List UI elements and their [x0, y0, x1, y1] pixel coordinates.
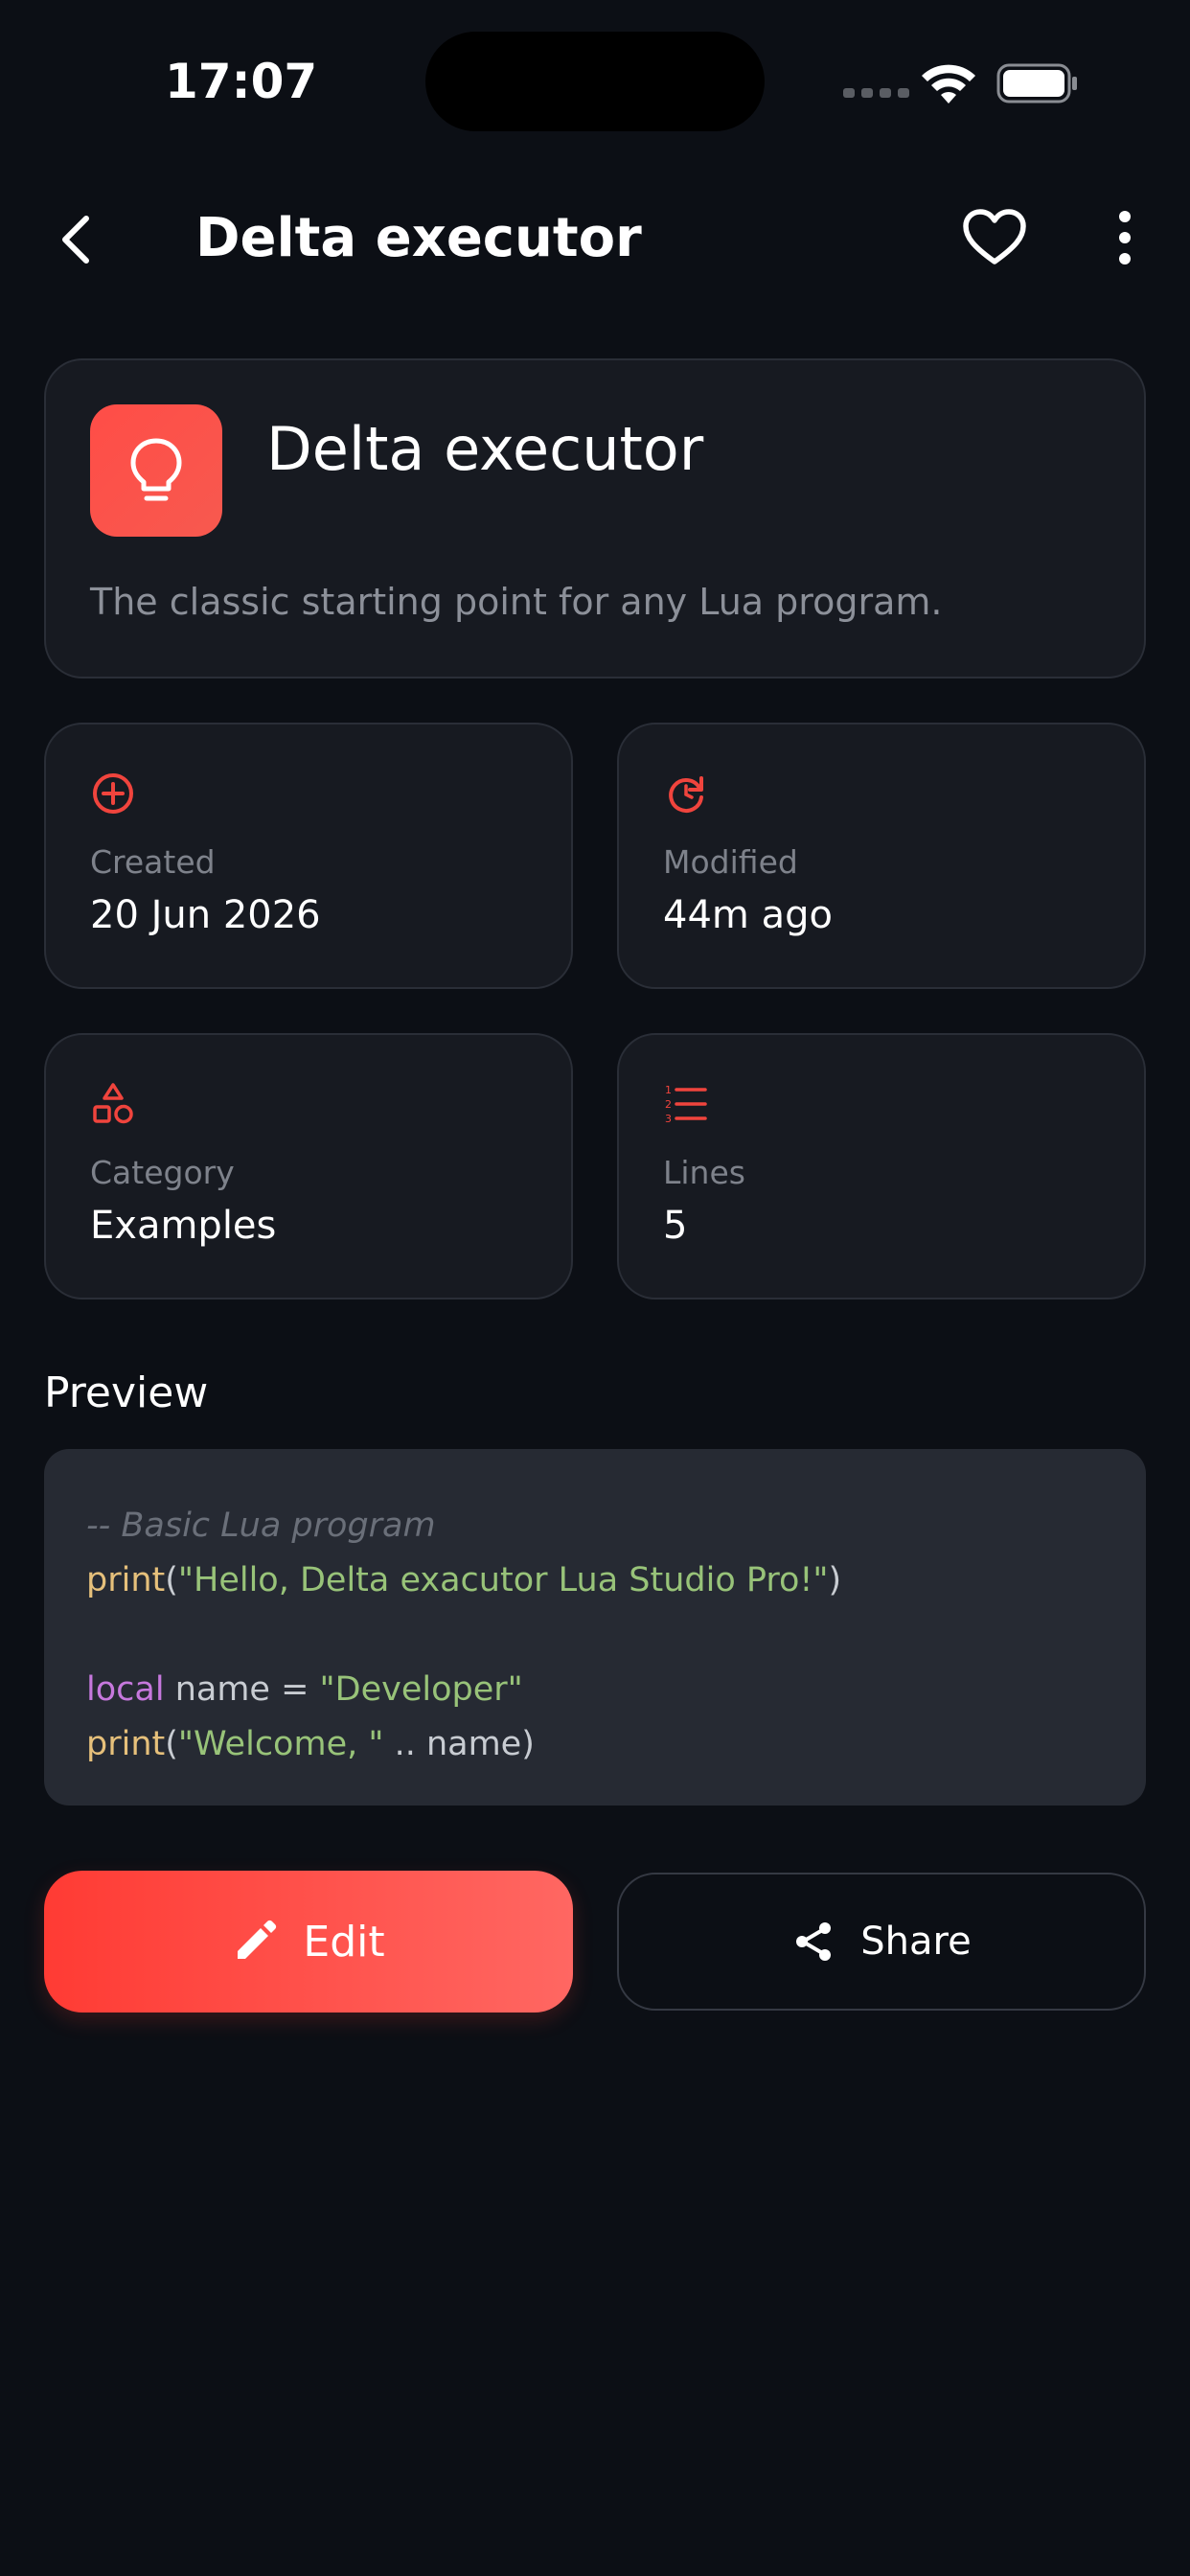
- script-icon-tile: [90, 404, 222, 537]
- code-punct: (: [165, 1725, 178, 1763]
- lines-value: 5: [663, 1204, 688, 1248]
- created-label: Created: [90, 843, 216, 881]
- numbered-list-icon: 1 2 3: [665, 1084, 707, 1125]
- dynamic-island: [425, 32, 765, 131]
- wifi-icon: [922, 64, 975, 104]
- svg-text:2: 2: [665, 1098, 672, 1111]
- created-value: 20 Jun 2026: [90, 893, 321, 937]
- script-description: The classic starting point for any Lua p…: [90, 581, 943, 623]
- code-punct: ): [828, 1561, 842, 1599]
- pencil-icon: [238, 1920, 277, 1959]
- cellular-signal-icon: [843, 88, 909, 98]
- svg-text:1: 1: [665, 1084, 672, 1096]
- script-info-card: Delta executor The classic starting poin…: [44, 358, 1146, 678]
- code-preview[interactable]: -- Basic Lua program print("Hello, Delta…: [44, 1449, 1146, 1806]
- code-function: print: [86, 1725, 166, 1763]
- category-label: Category: [90, 1154, 235, 1191]
- battery-icon: [996, 63, 1077, 104]
- code-string: "Hello, Delta exacutor Lua Studio Pro!": [177, 1561, 829, 1599]
- favorite-heart-icon[interactable]: [961, 207, 1028, 268]
- plus-circle-icon: [93, 773, 133, 814]
- lines-label: Lines: [663, 1154, 745, 1191]
- code-function: print: [86, 1561, 166, 1599]
- page-title: Delta executor: [195, 207, 642, 269]
- modified-value: 44m ago: [663, 893, 833, 937]
- code-line: local name = "Developer": [86, 1663, 1146, 1717]
- category-stat-card: Category Examples: [44, 1033, 573, 1300]
- modified-stat-card: Modified 44m ago: [617, 723, 1146, 989]
- code-punct: (: [165, 1561, 178, 1599]
- preview-heading: Preview: [44, 1368, 209, 1417]
- back-chevron-icon[interactable]: [48, 209, 109, 270]
- code-line: -- Basic Lua program: [86, 1499, 1146, 1553]
- lightbulb-icon: [130, 438, 182, 501]
- svg-text:3: 3: [665, 1113, 672, 1125]
- code-keyword: local: [86, 1670, 165, 1709]
- refresh-icon: [669, 776, 703, 813]
- status-time: 17:07: [165, 54, 318, 109]
- shapes-icon: [93, 1083, 133, 1124]
- status-bar: 17:07: [0, 0, 1190, 163]
- code-plain: .. name): [383, 1725, 535, 1763]
- code-comment: -- Basic Lua program: [86, 1506, 436, 1545]
- code-line: print("Hello, Delta exacutor Lua Studio …: [86, 1553, 1146, 1608]
- share-button[interactable]: Share: [617, 1873, 1146, 2011]
- edit-button[interactable]: Edit: [44, 1871, 573, 2012]
- more-options-icon[interactable]: [1098, 207, 1152, 268]
- lines-stat-card: 1 2 3 Lines 5: [617, 1033, 1146, 1300]
- code-string: "Developer": [319, 1670, 523, 1709]
- code-plain: name =: [164, 1670, 320, 1709]
- share-button-label: Share: [860, 1920, 972, 1964]
- created-stat-card: Created 20 Jun 2026: [44, 723, 573, 989]
- top-app-bar: Delta executor: [0, 192, 1190, 288]
- category-value: Examples: [90, 1204, 277, 1248]
- code-line: print("Welcome, " .. name): [86, 1717, 1146, 1772]
- code-string: "Welcome, ": [177, 1725, 384, 1763]
- modified-label: Modified: [663, 843, 798, 881]
- edit-button-label: Edit: [303, 1917, 385, 1966]
- script-title: Delta executor: [266, 414, 704, 484]
- share-icon: [796, 1922, 832, 1961]
